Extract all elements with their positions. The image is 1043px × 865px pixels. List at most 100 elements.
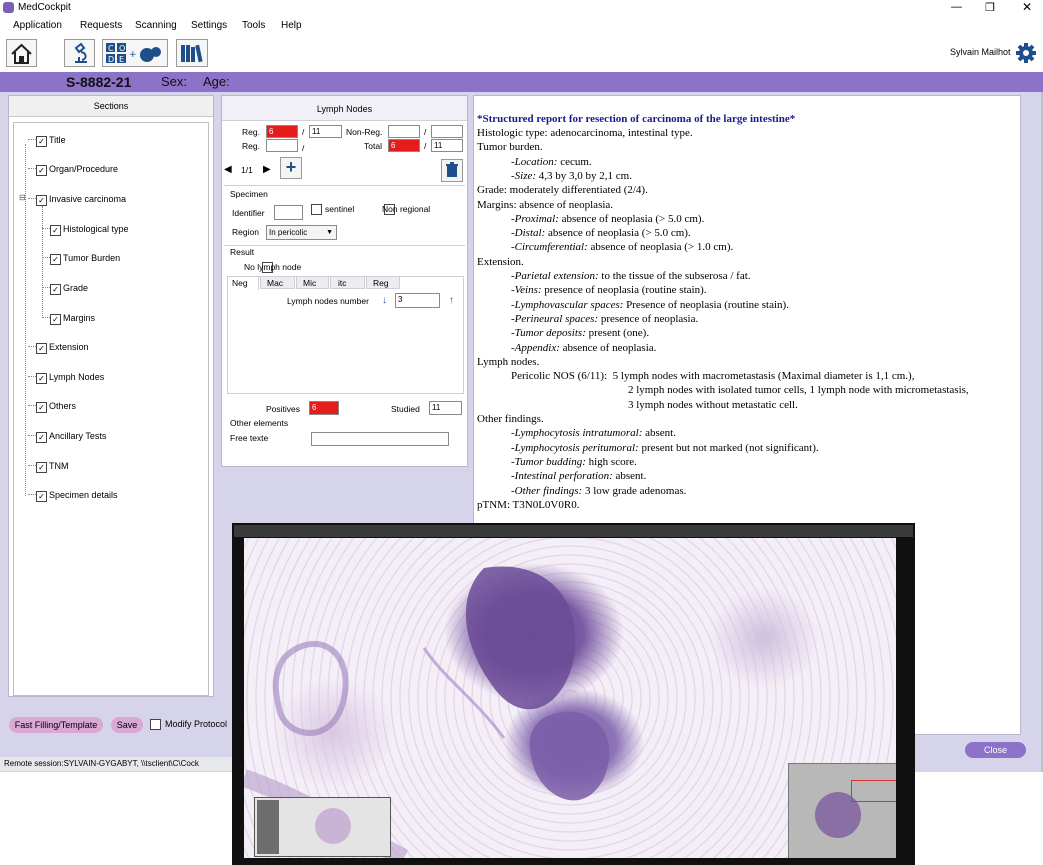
- section-item-extension[interactable]: ✓ Extension: [28, 342, 89, 354]
- section-item-others[interactable]: ✓ Others: [28, 401, 76, 413]
- report-value: high score.: [585, 455, 637, 468]
- user-name: Sylvain Mailhot: [950, 47, 1011, 57]
- menu-scanning[interactable]: Scanning: [135, 20, 177, 31]
- report-value: 4,3 by 3,0 by 2,1 cm.: [536, 169, 632, 182]
- viewer-toolbar: [234, 525, 913, 537]
- other-elements-label: Other elements: [230, 418, 289, 428]
- modify-protocol-checkbox[interactable]: [150, 719, 161, 730]
- svg-text:C: C: [108, 44, 114, 53]
- section-checkbox[interactable]: ✓: [36, 491, 47, 502]
- section-checkbox[interactable]: ✓: [36, 136, 47, 147]
- home-button[interactable]: [6, 39, 37, 67]
- section-checkbox[interactable]: ✓: [50, 284, 61, 295]
- identifier-label: Identifier: [232, 208, 265, 218]
- section-label: TNM: [49, 461, 69, 471]
- close-button[interactable]: Close: [965, 742, 1026, 758]
- section-item-histological-type[interactable]: ✓ Histological type: [42, 224, 129, 236]
- report-key: -Intestinal perforation:: [511, 470, 613, 483]
- total-total-field[interactable]: 11: [431, 139, 463, 152]
- report-line: Grade: moderately differentiated (2/4).: [477, 184, 648, 196]
- add-node-button[interactable]: +: [280, 157, 302, 179]
- section-label: Extension: [49, 342, 89, 352]
- section-item-specimen-details[interactable]: ✓ Specimen details: [28, 490, 118, 502]
- section-item-ancillary-tests[interactable]: ✓ Ancillary Tests: [28, 431, 106, 443]
- region-select[interactable]: In pericolic ▼: [266, 225, 337, 240]
- maximize-button[interactable]: ❐: [985, 1, 995, 14]
- section-checkbox[interactable]: ✓: [36, 165, 47, 176]
- next-arrow-icon[interactable]: ▶: [263, 164, 271, 175]
- arrow-up-icon[interactable]: ↑: [449, 295, 454, 306]
- tree-connector: [28, 435, 36, 436]
- section-item-grade[interactable]: ✓ Grade: [42, 283, 88, 295]
- close-window-button[interactable]: ✕: [1022, 0, 1032, 14]
- section-checkbox[interactable]: ✓: [50, 225, 61, 236]
- arrow-down-icon[interactable]: ↓: [382, 295, 387, 306]
- report-line: -Size: 4,3 by 3,0 by 2,1 cm.: [511, 170, 632, 182]
- collapse-icon[interactable]: ⊟: [19, 193, 26, 202]
- section-checkbox[interactable]: ✓: [36, 195, 47, 206]
- tree-connector: [28, 139, 36, 140]
- total-positive-field[interactable]: 6: [388, 139, 420, 152]
- identifier-field[interactable]: [274, 205, 303, 220]
- code-button[interactable]: CO DE +: [102, 39, 168, 67]
- section-item-lymph-nodes[interactable]: ✓ Lymph Nodes: [28, 372, 104, 384]
- tab-mac[interactable]: Mac: [260, 276, 295, 289]
- section-checkbox[interactable]: ✓: [50, 314, 61, 325]
- tab-neg[interactable]: Neg: [227, 276, 259, 290]
- section-checkbox[interactable]: ✓: [36, 343, 47, 354]
- minimize-button[interactable]: —: [951, 1, 962, 13]
- microscope-button[interactable]: [64, 39, 95, 67]
- section-checkbox[interactable]: ✓: [50, 254, 61, 265]
- delete-button[interactable]: [441, 159, 463, 182]
- gear-icon[interactable]: [1014, 41, 1038, 65]
- sentinel-checkbox[interactable]: [311, 204, 322, 215]
- section-item-title[interactable]: ✓ Title: [28, 135, 66, 147]
- report-value: Presence of neoplasia (routine stain).: [623, 298, 789, 311]
- svg-text:+: +: [129, 50, 137, 60]
- ln-number-field[interactable]: 3: [395, 293, 440, 308]
- reg-total-field[interactable]: 11: [309, 125, 342, 138]
- section-checkbox[interactable]: ✓: [36, 432, 47, 443]
- section-checkbox[interactable]: ✓: [36, 373, 47, 384]
- sex-label: Sex:: [161, 74, 188, 89]
- studied-field[interactable]: 11: [429, 401, 462, 415]
- section-checkbox[interactable]: ✓: [36, 402, 47, 413]
- report-value: to the tissue of the subserosa / fat.: [598, 270, 751, 282]
- fast-filling-button[interactable]: Fast Filling/Template: [9, 717, 103, 733]
- section-item-organ-procedure[interactable]: ✓ Organ/Procedure: [28, 164, 118, 176]
- section-label: Organ/Procedure: [49, 164, 119, 174]
- menu-settings[interactable]: Settings: [191, 20, 227, 31]
- nonreg-positive-field[interactable]: [388, 125, 420, 138]
- library-button[interactable]: [176, 39, 208, 67]
- section-item-tnm[interactable]: ✓ TNM: [28, 461, 69, 473]
- prev-arrow-icon[interactable]: ◀: [224, 164, 232, 175]
- positives-field[interactable]: 6: [309, 401, 339, 415]
- section-item-invasive-carcinoma[interactable]: ✓ Invasive carcinoma: [28, 194, 126, 206]
- tab-itc[interactable]: itc: [330, 276, 365, 289]
- section-item-margins[interactable]: ✓ Margins: [42, 313, 95, 325]
- report-value: Extension.: [477, 255, 524, 268]
- modify-protocol-label: Modify Protocol: [165, 719, 228, 729]
- result-group-label: Result: [230, 247, 255, 257]
- tab-reg[interactable]: Reg: [366, 276, 400, 289]
- menu-requests[interactable]: Requests: [80, 20, 122, 31]
- ln-number-label: Lymph nodes number: [287, 296, 369, 306]
- menu-help[interactable]: Help: [281, 20, 302, 31]
- report-key: -Appendix:: [511, 341, 560, 354]
- code-icon: CO DE +: [106, 43, 161, 64]
- section-checkbox[interactable]: ✓: [36, 462, 47, 473]
- section-label: Title: [49, 135, 66, 145]
- menu-tools[interactable]: Tools: [242, 20, 265, 31]
- report-value: Lymph nodes.: [477, 355, 540, 368]
- menu-application[interactable]: Application: [13, 20, 62, 31]
- save-button[interactable]: Save: [111, 717, 143, 733]
- section-item-tumor-burden[interactable]: ✓ Tumor Burden: [42, 253, 120, 265]
- reg2-field[interactable]: [266, 139, 298, 152]
- reg-positive-field[interactable]: 6: [266, 125, 298, 138]
- free-text-field[interactable]: [311, 432, 449, 446]
- divider: [224, 185, 465, 186]
- report-value: 3 lymph nodes without metastatic cell.: [628, 398, 798, 411]
- nonreg-total-field[interactable]: [431, 125, 463, 138]
- tab-mic[interactable]: Mic: [296, 276, 329, 289]
- report-line: 3 lymph nodes without metastatic cell.: [628, 399, 798, 411]
